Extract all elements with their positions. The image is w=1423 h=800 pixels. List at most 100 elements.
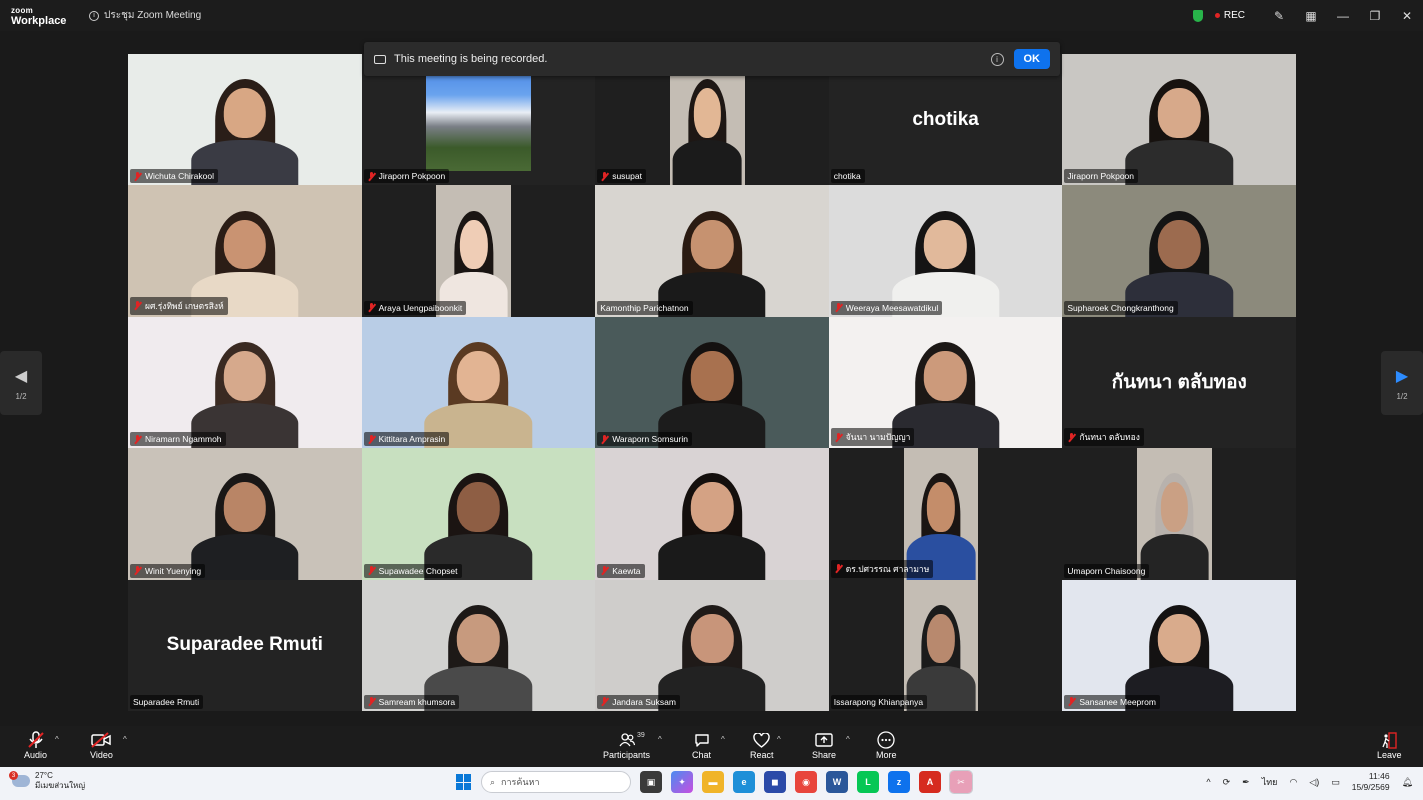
taskbar-search[interactable]: ⌕ การค้นหา	[481, 771, 631, 793]
portrait-video-frame	[436, 185, 512, 317]
word-icon[interactable]: W	[826, 771, 848, 793]
participant-name: Kaewta	[612, 565, 641, 576]
video-options-chevron-up-icon[interactable]: ^	[123, 735, 127, 744]
restore-button[interactable]: ❐	[1359, 9, 1391, 23]
share-options-chevron-up-icon[interactable]: ^	[846, 735, 850, 744]
clock[interactable]: 11:46 15/9/2569	[1352, 771, 1390, 793]
file-explorer-icon[interactable]: ▬	[702, 771, 724, 793]
recording-indicator[interactable]: REC	[1214, 10, 1245, 21]
meeting-toolbar: Audio ^ Video ^ Participants 39 ^ Chat ^…	[0, 726, 1423, 767]
info-icon: i	[89, 10, 99, 21]
participant-name: ผศ.รุ่งทิพย์ เกษตรสิงห์	[145, 300, 224, 311]
copilot-icon[interactable]: ✦	[671, 771, 693, 793]
participant-tile[interactable]: ดร.ปศวรรณ ศาลามาษ	[828, 448, 1063, 580]
weather-widget[interactable]: 3 27°C มีเมฆส่วนใหญ่	[9, 771, 85, 791]
react-button[interactable]: React	[750, 730, 774, 760]
participant-tile[interactable]: Sansanee Meeprom	[1062, 579, 1296, 711]
participant-tile[interactable]: Samream khumsora	[361, 579, 596, 711]
minimize-button[interactable]: —	[1327, 9, 1359, 23]
participant-tile[interactable]: Araya Uengpaiboonkit	[361, 185, 596, 317]
share-screen-icon	[815, 730, 833, 750]
wifi-icon[interactable]: ◠	[1289, 777, 1297, 788]
mic-muted-icon	[367, 434, 376, 444]
figure-head	[927, 613, 955, 664]
participant-video	[128, 448, 362, 580]
chevron-up-icon[interactable]: ^	[1206, 777, 1210, 787]
mic-muted-icon	[834, 303, 843, 312]
participant-tile[interactable]: Kaewta	[595, 448, 829, 580]
audio-options-chevron-up-icon[interactable]: ^	[55, 735, 59, 744]
participant-tile[interactable]: Supharoek Chongkranthong	[1062, 185, 1296, 317]
audio-button[interactable]: Audio	[24, 730, 47, 760]
participant-tile[interactable]: Weeraya Meesawatdikul	[828, 185, 1063, 317]
snipping-tool-icon[interactable]: ✂	[949, 770, 973, 794]
clock-date: 15/9/2569	[1351, 782, 1390, 792]
temperature: 27°C	[35, 771, 53, 780]
participant-tile[interactable]: Jandara Suksam	[595, 579, 829, 711]
store-icon[interactable]: ◼	[764, 771, 786, 793]
info-icon[interactable]: i	[990, 52, 1004, 66]
battery-icon[interactable]: ▭	[1331, 777, 1340, 788]
language-indicator[interactable]: ไทย	[1262, 775, 1278, 789]
chat-button[interactable]: Chat	[692, 730, 711, 760]
participant-tile[interactable]: Kittitara Amprasin	[361, 316, 596, 449]
participant-tile[interactable]: Winit Yuenying	[128, 448, 362, 580]
leave-label: Leave	[1377, 750, 1402, 760]
encryption-shield-icon[interactable]	[1192, 9, 1203, 22]
participant-name: Umaporn Chaisoong	[1067, 565, 1146, 576]
figure-head	[1160, 482, 1189, 533]
participant-video	[828, 579, 1063, 711]
mic-muted-icon	[367, 171, 376, 181]
edge-browser-icon[interactable]: e	[733, 771, 755, 793]
close-button[interactable]: ✕	[1391, 9, 1423, 23]
participant-tile[interactable]: Umaporn Chaisoong	[1062, 448, 1296, 580]
next-page-button[interactable]: ▶ 1/2	[1381, 351, 1423, 415]
notification-bell-icon[interactable]: 🔔︎	[1402, 777, 1413, 788]
line-icon[interactable]: L	[857, 771, 879, 793]
share-button[interactable]: Share	[812, 730, 836, 760]
weather-badge: 3	[9, 771, 18, 780]
ok-button[interactable]: OK	[1013, 49, 1050, 69]
volume-icon[interactable]: ◁)	[1309, 777, 1319, 788]
participant-tile[interactable]: ผศ.รุ่งทิพย์ เกษตรสิงห์	[128, 185, 362, 317]
participant-video	[361, 316, 596, 449]
participant-tile[interactable]: Jiraporn Pokpoon	[1062, 54, 1296, 186]
prev-page-button[interactable]: ◀ 1/2	[0, 351, 42, 415]
pen-icon[interactable]: ✒	[1242, 777, 1250, 788]
video-button[interactable]: Video	[90, 730, 113, 760]
participant-tile[interactable]: Issarapong Khianpanya	[828, 579, 1063, 711]
sync-icon[interactable]: ⟳	[1223, 777, 1231, 788]
participant-tile[interactable]: Supawadee Chopset	[361, 448, 596, 580]
more-button[interactable]: More	[876, 730, 897, 760]
start-windows-icon[interactable]	[456, 774, 472, 790]
participant-video	[1062, 54, 1296, 186]
leave-button[interactable]: Leave	[1377, 730, 1402, 760]
mic-muted-icon	[133, 301, 142, 310]
view-grid-icon[interactable]: ▦	[1295, 9, 1327, 23]
chat-options-chevron-up-icon[interactable]: ^	[721, 735, 725, 744]
figure-body	[191, 534, 299, 580]
participant-tile[interactable]: Suparadee Rmuti Suparadee Rmuti	[128, 579, 362, 711]
zoom-logo: zoom Workplace	[11, 6, 71, 27]
participant-tile[interactable]: Waraporn Sornsurin	[595, 316, 829, 449]
participant-tile[interactable]: Niramarn Ngammoh	[128, 316, 362, 449]
participant-tile[interactable]: Wichuta Chirakool	[128, 54, 362, 186]
chrome-icon[interactable]: ◉	[795, 771, 817, 793]
annotate-pen-icon[interactable]: ✎	[1263, 9, 1295, 23]
participant-tile[interactable]: กันทนา ตลับทอง กันทนา ตลับทอง	[1062, 316, 1296, 449]
figure-head	[223, 351, 267, 401]
participants-options-chevron-up-icon[interactable]: ^	[658, 735, 662, 744]
participant-name-label: Suparadee Rmuti	[130, 694, 204, 709]
task-view-icon[interactable]: ▣	[640, 771, 662, 793]
figure-head	[223, 219, 267, 270]
zoom-app-icon[interactable]: z	[888, 771, 910, 793]
mic-muted-icon	[133, 566, 142, 575]
participant-name-label: Supawadee Chopset	[363, 563, 462, 578]
mic-muted-icon	[133, 434, 142, 444]
participant-name-label: chotika	[830, 169, 865, 184]
participant-tile[interactable]: จันนา นามปัญญา	[828, 316, 1063, 449]
participant-tile[interactable]: Kamonthip Parichatnon	[595, 185, 829, 317]
react-options-chevron-up-icon[interactable]: ^	[777, 735, 781, 744]
acrobat-icon[interactable]: A	[919, 771, 941, 793]
meeting-info-button[interactable]: i ประชุม Zoom Meeting	[89, 8, 201, 23]
